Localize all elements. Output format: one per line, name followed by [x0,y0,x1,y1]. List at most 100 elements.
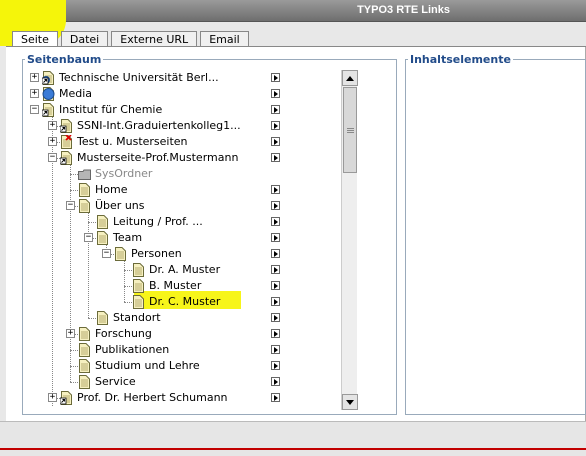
tree-item-label[interactable]: Über uns [95,199,145,213]
scroll-thumb[interactable] [343,87,357,173]
tree-row[interactable]: − Personen [30,246,370,262]
select-arrow-icon[interactable] [271,377,280,386]
expand-icon[interactable]: + [48,393,57,402]
page-icon[interactable] [96,231,109,245]
select-arrow-icon[interactable] [271,281,280,290]
page-icon[interactable] [114,247,127,261]
select-arrow-icon[interactable] [271,233,280,242]
page-icon[interactable] [96,215,109,229]
tab-seite[interactable]: Seite [12,31,58,47]
globe-icon[interactable] [42,87,55,101]
tree-row[interactable]: B. Muster [30,278,370,294]
expand-icon[interactable]: + [66,329,75,338]
collapse-icon[interactable]: − [30,105,39,114]
page-icon[interactable] [78,359,91,373]
tree-item-label[interactable]: Home [95,183,127,197]
tree-row[interactable]: + Media [30,86,370,102]
tab-datei[interactable]: Datei [60,31,109,47]
tree-row[interactable]: Publikationen [30,342,370,358]
shortcut-page-icon[interactable] [59,391,73,405]
select-arrow-icon[interactable] [271,361,280,370]
tree-scrollbar[interactable] [341,70,358,410]
collapse-icon[interactable]: − [48,153,57,162]
shortcut-page-icon[interactable] [59,151,73,165]
page-icon[interactable] [78,183,91,197]
select-arrow-icon[interactable] [271,73,280,82]
select-arrow-icon[interactable] [271,121,280,130]
tree-item-label[interactable]: Publikationen [95,343,169,357]
select-arrow-icon[interactable] [271,185,280,194]
tree-item-label[interactable]: B. Muster [149,279,201,293]
expand-icon[interactable]: + [30,73,39,82]
tree-item-label[interactable]: Personen [131,247,182,261]
page-icon[interactable] [78,199,91,213]
tree-row[interactable]: Dr. A. Muster [30,262,370,278]
expand-icon[interactable]: + [48,121,57,130]
tree-row[interactable]: SysOrdner [30,166,370,182]
tree-item-label[interactable]: Musterseite-Prof.Mustermann [77,151,238,165]
tree-item-label[interactable]: Forschung [95,327,152,341]
select-arrow-icon[interactable] [271,345,280,354]
tree-row[interactable]: Service [30,374,370,390]
tree-row[interactable]: − Über uns [30,198,370,214]
select-arrow-icon[interactable] [271,297,280,306]
tree-item-label[interactable]: Team [113,231,142,245]
scroll-down-button[interactable] [342,394,358,410]
select-arrow-icon[interactable] [271,249,280,258]
page-icon[interactable] [132,295,145,309]
collapse-icon[interactable]: − [84,233,93,242]
select-arrow-icon[interactable] [271,105,280,114]
hidden-page-icon[interactable] [60,134,73,149]
tree-item-label[interactable]: Service [95,375,136,389]
tree-row[interactable]: + Technische Universität Berl... [30,70,370,86]
tree-row[interactable]: + Test u. Musterseiten [30,134,370,150]
tree-item-label[interactable]: Dr. A. Muster [149,263,220,277]
select-arrow-icon[interactable] [271,89,280,98]
select-arrow-icon[interactable] [271,329,280,338]
tree-item-label[interactable]: Dr. C. Muster [149,295,220,309]
globe-page-icon[interactable] [41,71,55,85]
tree-row[interactable]: Home [30,182,370,198]
tree-row[interactable]: Leitung / Prof. ... [30,214,370,230]
tab-email[interactable]: Email [200,31,249,47]
tree-item-label[interactable]: Standort [113,311,161,325]
tree-row[interactable]: + SSNI-Int.Graduiertenkolleg1... [30,118,370,134]
select-arrow-icon[interactable] [271,265,280,274]
select-arrow-icon[interactable] [271,313,280,322]
page-icon[interactable] [96,311,109,325]
shortcut-page-icon[interactable] [41,103,55,117]
page-icon[interactable] [132,263,145,277]
tree-row[interactable]: + Prof. Dr. Herbert Schumann [30,390,370,406]
tree-item-label[interactable]: Technische Universität Berl... [59,71,219,85]
tree-row[interactable]: − Musterseite-Prof.Mustermann [30,150,370,166]
tab-externe-url[interactable]: Externe URL [111,31,198,47]
shortcut-page-icon[interactable] [59,119,73,133]
expand-icon[interactable]: + [48,137,57,146]
collapse-icon[interactable]: − [66,201,75,210]
select-arrow-icon[interactable] [271,153,280,162]
tree-item-label[interactable]: SSNI-Int.Graduiertenkolleg1... [77,119,241,133]
tree-row[interactable]: − Institut für Chemie [30,102,370,118]
folder-icon[interactable] [78,167,91,181]
tree-item-label[interactable]: Studium und Lehre [95,359,200,373]
select-arrow-icon[interactable] [271,217,280,226]
scroll-up-button[interactable] [342,70,358,86]
select-arrow-icon[interactable] [271,137,280,146]
tree-row[interactable]: Dr. C. Muster [30,294,370,310]
page-icon[interactable] [78,327,91,341]
page-icon[interactable] [78,375,91,389]
tree-item-label[interactable]: Institut für Chemie [59,103,162,117]
tree-row[interactable]: − Team [30,230,370,246]
tree-item-label[interactable]: Media [59,87,92,101]
tree-item-label[interactable]: Leitung / Prof. ... [113,215,203,229]
tree-item-label[interactable]: Prof. Dr. Herbert Schumann [77,391,228,405]
tree-row[interactable]: + Forschung [30,326,370,342]
tree-row[interactable]: Studium und Lehre [30,358,370,374]
select-arrow-icon[interactable] [271,393,280,402]
select-arrow-icon[interactable] [271,201,280,210]
collapse-icon[interactable]: − [102,249,111,258]
tree-row[interactable]: Standort [30,310,370,326]
page-icon[interactable] [132,279,145,293]
page-icon[interactable] [78,343,91,357]
expand-icon[interactable]: + [30,89,39,98]
